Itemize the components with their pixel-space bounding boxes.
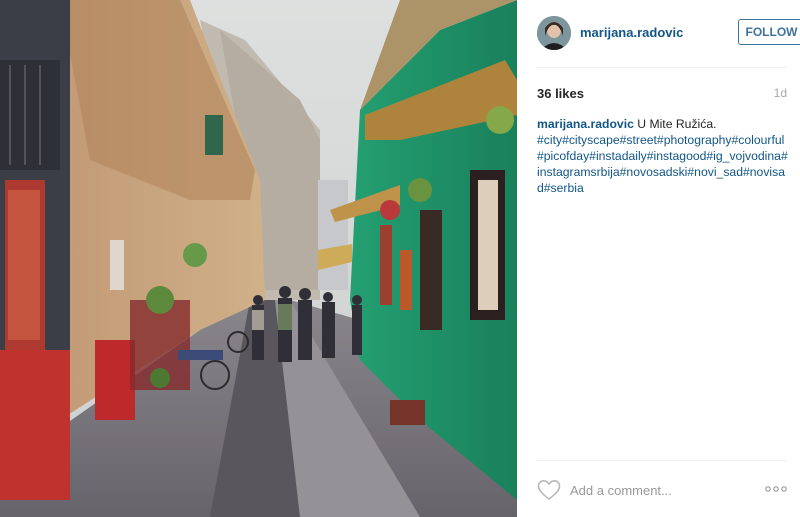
hashtag-link[interactable]: #novosadski (620, 165, 688, 179)
caption-username[interactable]: marijana.radovic (537, 117, 634, 131)
hashtag-link[interactable]: #photography (657, 133, 732, 147)
hashtag-link[interactable]: #picofday (537, 149, 589, 163)
hashtag-link[interactable]: #city (537, 133, 562, 147)
caption-text: U Mite Ružića. (633, 117, 717, 131)
post-header: marijana.radovic FOLLOW (537, 14, 800, 54)
hashtag-link[interactable]: #serbia (544, 181, 584, 195)
hashtag-link[interactable]: #cityscape (562, 133, 620, 147)
heart-icon[interactable] (537, 479, 561, 501)
hashtag-link[interactable]: #novi_sad (687, 165, 743, 179)
post-photo[interactable] (0, 0, 517, 517)
post-details-panel: marijana.radovic FOLLOW 36 likes 1d mari… (517, 0, 800, 517)
comment-input[interactable] (570, 478, 750, 502)
follow-button[interactable]: FOLLOW (738, 19, 800, 45)
author-username[interactable]: marijana.radovic (580, 25, 683, 40)
hashtag-link[interactable]: #colourful (731, 133, 784, 147)
hashtag-link[interactable]: #street (620, 133, 657, 147)
hashtag-list: #city#cityscape#street#photography#colou… (537, 133, 788, 195)
street-scene-image (0, 0, 517, 517)
footer-divider (537, 460, 787, 461)
avatar[interactable] (537, 16, 571, 50)
ellipsis-icon[interactable] (764, 481, 788, 497)
hashtag-link[interactable]: #ig_vojvodina (706, 149, 781, 163)
hashtag-link[interactable]: #instagood (647, 149, 707, 163)
header-divider (537, 67, 787, 68)
post-caption: marijana.radovic U Mite Ružića. #city#cit… (537, 116, 789, 196)
hashtag-link[interactable]: #instadaily (589, 149, 647, 163)
likes-count[interactable]: 36 likes (537, 86, 584, 101)
post-age[interactable]: 1d (774, 86, 787, 100)
